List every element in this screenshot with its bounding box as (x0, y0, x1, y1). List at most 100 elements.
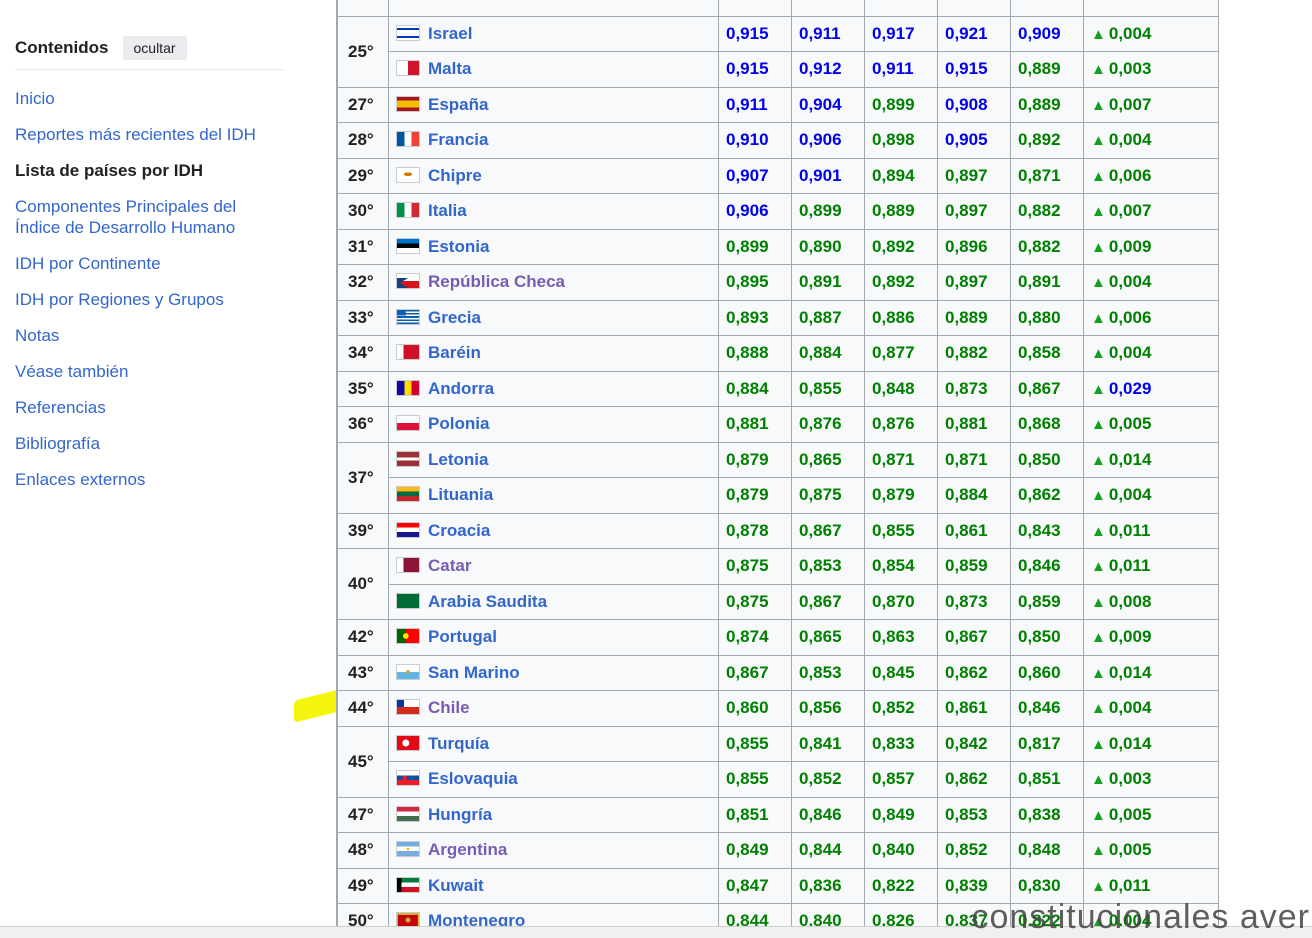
table-row: Arabia Saudita 0,875 0,867 0,870 0,873 0,859 ▲… (338, 583, 1218, 620)
hdi-value-cell: 0,893 (718, 299, 792, 336)
toc-item[interactable]: IDH por Regiones y Grupos (15, 282, 285, 318)
country-link[interactable]: Portugal (428, 627, 497, 646)
increase-arrow-icon: ▲ (1091, 25, 1106, 43)
country-cell: Letonia (388, 441, 719, 478)
toc-item[interactable]: Componentes Principales del Índice de De… (15, 189, 285, 246)
table-row: 47° Hungría 0,851 0,846 0,849 0,853 0,838 ▲ 0,00… (337, 796, 1218, 833)
increase-arrow-icon: ▲ (1091, 877, 1106, 895)
hdi-value-cell: 0,855 (718, 761, 792, 798)
change-cell: ▲ 0,003 (1083, 761, 1218, 798)
change-cell: ▲ 0,005 (1083, 832, 1218, 869)
hdi-value-cell: 0,852 (791, 761, 865, 798)
hdi-value-cell: 0,857 (864, 761, 938, 798)
hdi-value-cell: 0,844 (791, 832, 865, 869)
country-cell: Grecia (388, 299, 719, 336)
country-link[interactable]: Croacia (428, 521, 490, 540)
increase-arrow-icon: ▲ (1091, 416, 1106, 434)
country-link[interactable]: Chile (428, 698, 470, 717)
hdi-value-cell: 0,905 (937, 122, 1011, 159)
table-row: 25° Israel 0,915 0,911 0,917 0,921 0,909 ▲ 0,004 (337, 15, 1218, 88)
hdi-value-cell: 0,879 (718, 477, 792, 514)
rank-cell: 34° (337, 335, 389, 372)
hdi-value-cell: 0,889 (1010, 86, 1084, 123)
country-link[interactable]: Hungría (428, 805, 492, 824)
hdi-value-cell: 0,873 (937, 370, 1011, 407)
country-link[interactable]: Grecia (428, 308, 481, 327)
toc-item[interactable]: Referencias (15, 390, 285, 426)
change-value: 0,011 (1108, 520, 1151, 540)
change-cell: ▲ 0,004 (1083, 122, 1218, 159)
country-link[interactable]: Chipre (428, 166, 482, 185)
table-row: 33° Grecia 0,893 0,887 0,886 0,889 0,880 ▲ 0,006 (337, 299, 1218, 336)
country-cell: Chile (388, 690, 719, 727)
table-row: 42° Portugal 0,874 0,865 0,863 0,867 0,850 ▲ 0,0… (337, 619, 1218, 656)
toc-item[interactable]: Notas (15, 318, 285, 354)
hdi-value-cell: 0,847 (718, 867, 792, 904)
toc-hide-button[interactable]: ocultar (122, 35, 187, 60)
country-link[interactable]: Kuwait (428, 876, 484, 895)
hdi-value-cell: 0,906 (718, 193, 792, 230)
flag-icon-malta (396, 60, 420, 77)
hdi-value-cell: 0,889 (864, 193, 938, 230)
change-value: 0,007 (1108, 94, 1152, 114)
change-value: 0,008 (1108, 591, 1152, 611)
hdi-value-cell: 0,867 (791, 583, 865, 620)
change-value: 0,007 (1108, 201, 1152, 221)
flag-icon-poland (396, 415, 420, 432)
country-link[interactable]: Catar (428, 556, 471, 575)
country-link[interactable]: Montenegro (428, 911, 525, 926)
hdi-value-cell: 0,876 (864, 406, 938, 443)
country-link[interactable]: Letonia (428, 450, 488, 469)
toc-item[interactable]: IDH por Continente (15, 246, 285, 282)
flag-icon-turkey (396, 734, 420, 751)
flag-icon-greece (396, 308, 420, 325)
country-link[interactable]: Malta (428, 59, 471, 78)
hdi-value-cell: 0,882 (1010, 193, 1084, 230)
change-cell: ▲ 0,011 (1083, 512, 1218, 549)
country-link[interactable]: Andorra (428, 379, 494, 398)
country-link[interactable]: Israel (428, 24, 472, 43)
change-value: 0,009 (1108, 627, 1152, 647)
hdi-value-cell: 0,891 (1010, 264, 1084, 301)
toc-item[interactable]: Véase también (15, 354, 285, 390)
hdi-value-cell: 0,870 (864, 583, 938, 620)
country-link[interactable]: Turquía (428, 734, 489, 753)
country-link[interactable]: Baréin (428, 343, 481, 362)
country-link[interactable]: Polonia (428, 414, 489, 433)
change-value: 0,006 (1108, 165, 1152, 185)
country-link[interactable]: San Marino (428, 663, 520, 682)
change-value: 0,005 (1108, 804, 1152, 824)
country-link[interactable]: Lituania (428, 485, 493, 504)
change-cell: ▲ 0,014 (1083, 654, 1218, 691)
country-cell: Hungría (388, 796, 719, 833)
increase-arrow-icon: ▲ (1091, 806, 1106, 824)
toc-item[interactable]: Enlaces externos (15, 462, 285, 498)
hdi-value-cell: 0,915 (937, 51, 1011, 88)
country-link[interactable]: Italia (428, 201, 467, 220)
hdi-value-cell: 0,895 (718, 264, 792, 301)
hdi-value-cell: 0,846 (791, 796, 865, 833)
country-link[interactable]: Arabia Saudita (428, 592, 547, 611)
country-link[interactable]: Eslovaquia (428, 769, 518, 788)
toc-item[interactable]: Inicio (15, 81, 285, 117)
flag-icon-bahrain (396, 344, 420, 361)
country-link[interactable]: España (428, 95, 488, 114)
country-link[interactable]: Estonia (428, 237, 489, 256)
hdi-value-cell: 0,911 (718, 86, 792, 123)
country-cell: Catar (388, 548, 719, 585)
country-link[interactable]: Argentina (428, 840, 507, 859)
hdi-value-cell: 0,897 (937, 157, 1011, 194)
toc-item[interactable]: Reportes más recientes del IDH (15, 117, 285, 153)
increase-arrow-icon: ▲ (1091, 380, 1106, 398)
toc-item[interactable]: Lista de países por IDH (15, 153, 285, 189)
hdi-value-cell: 0,886 (864, 299, 938, 336)
hdi-value-cell: 0,826 (864, 903, 938, 926)
change-cell: ▲ 0,008 (1083, 583, 1218, 620)
hdi-value-cell: 0,899 (718, 228, 792, 265)
country-link[interactable]: Francia (428, 130, 488, 149)
country-link[interactable]: República Checa (428, 272, 565, 291)
hdi-value-cell (937, 0, 1011, 17)
hdi-value-cell: 0,897 (937, 193, 1011, 230)
toc-item[interactable]: Bibliografía (15, 426, 285, 462)
hdi-value-cell: 0,892 (864, 264, 938, 301)
